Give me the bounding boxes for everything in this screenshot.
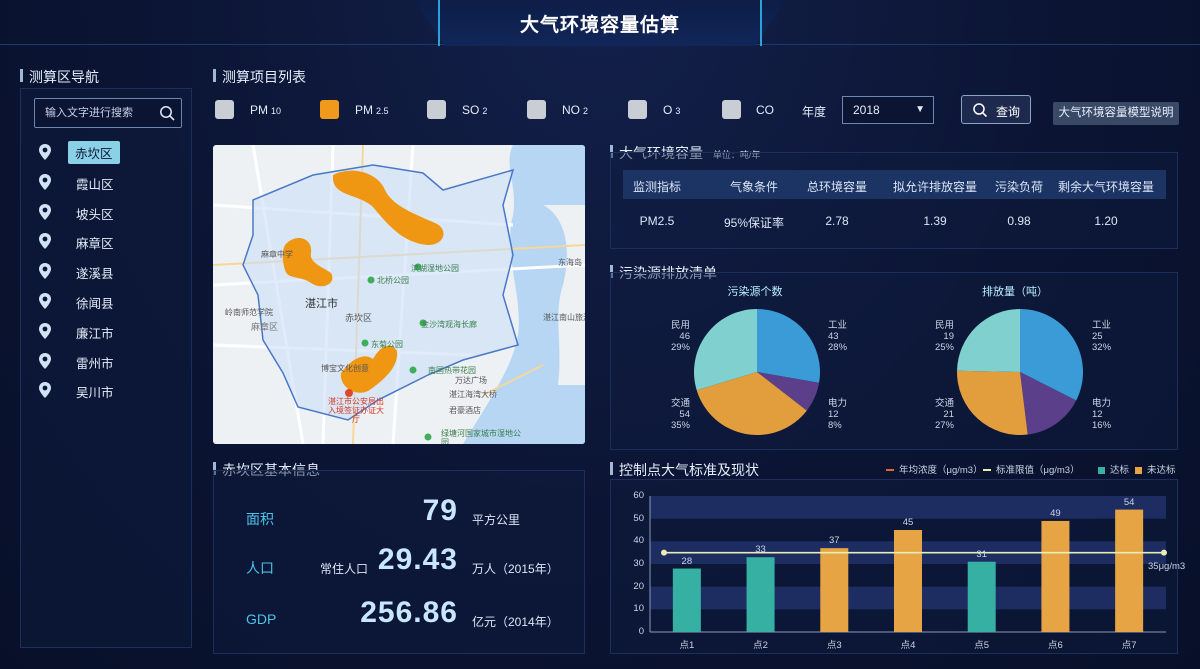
area-label: 面积 bbox=[246, 511, 274, 527]
x-tick-label: 点7 bbox=[1121, 640, 1137, 651]
y-tick-label: 40 bbox=[633, 535, 644, 547]
bar[interactable] bbox=[672, 568, 701, 632]
area-value: 79 bbox=[422, 494, 458, 527]
pie-label-value: 43 bbox=[828, 331, 839, 342]
legend-swatch bbox=[1098, 466, 1105, 474]
x-tick-label: 点4 bbox=[900, 640, 916, 651]
pie-label-name: 工业 bbox=[1092, 320, 1112, 331]
population-unit: 万人（2015年） bbox=[472, 562, 559, 576]
control-bar-chart bbox=[649, 496, 1167, 633]
population-value: 29.43 bbox=[377, 543, 458, 576]
legend-item[interactable]: 未达标 bbox=[1135, 462, 1176, 476]
pie-label-value: 12 bbox=[1092, 409, 1103, 420]
pie-label-value: 46 bbox=[679, 331, 690, 342]
pie-label-name: 交通 bbox=[670, 398, 690, 409]
pie-slice-label: 民用 46 29% bbox=[660, 320, 690, 353]
legend-label: 标准限值（μg/m3） bbox=[996, 465, 1080, 476]
bar[interactable] bbox=[967, 561, 996, 632]
bar-value-label: 33 bbox=[755, 544, 766, 556]
legend-label: 达标 bbox=[1110, 465, 1130, 476]
legend-label: 年均浓度（μg/m3） bbox=[899, 465, 983, 476]
pie-label-name: 交通 bbox=[934, 398, 954, 409]
bar[interactable] bbox=[1115, 509, 1144, 632]
standard-line-end bbox=[1161, 549, 1167, 556]
pie-slice-label: 工业 25 32% bbox=[1092, 320, 1122, 353]
legend-item[interactable]: 年均浓度（μg/m3） bbox=[886, 462, 983, 476]
pie-slice-label: 民用 19 25% bbox=[924, 320, 954, 353]
legend-item[interactable]: 达标 bbox=[1098, 462, 1129, 476]
standard-line-label: 35μg/m3 bbox=[1148, 560, 1186, 572]
pie-label-value: 25 bbox=[1092, 331, 1103, 342]
x-tick-label: 点3 bbox=[826, 640, 842, 651]
pie-slice-label: 交通 21 27% bbox=[924, 398, 954, 431]
pie-label-pct: 28% bbox=[828, 342, 848, 353]
bar-value-label: 54 bbox=[1123, 496, 1135, 508]
x-tick-label: 点5 bbox=[974, 640, 990, 651]
pie-label-name: 电力 bbox=[828, 398, 848, 409]
bar-value-label: 45 bbox=[902, 517, 914, 528]
pie-label-name: 民用 bbox=[670, 320, 690, 331]
pie-label-pct: 32% bbox=[1092, 342, 1112, 353]
gdp-label: GDP bbox=[246, 611, 277, 627]
bar[interactable] bbox=[820, 548, 849, 632]
y-tick-label: 60 bbox=[633, 490, 644, 501]
legend-item[interactable]: 标准限值（μg/m3） bbox=[983, 462, 1080, 476]
pie-slice[interactable] bbox=[957, 370, 1028, 435]
pie-label-pct: 8% bbox=[828, 420, 842, 431]
pie-slice-label: 电力 12 16% bbox=[1092, 398, 1122, 431]
standard-line-start bbox=[661, 549, 667, 556]
legend-swatch bbox=[983, 469, 991, 472]
x-tick-label: 点1 bbox=[679, 640, 695, 651]
pie-slice[interactable] bbox=[757, 309, 820, 383]
bar-value-label: 31 bbox=[976, 548, 987, 560]
pie-label-pct: 25% bbox=[934, 342, 954, 353]
bar[interactable] bbox=[1041, 520, 1070, 632]
pie-label-value: 21 bbox=[943, 409, 954, 420]
pie-label-name: 民用 bbox=[934, 320, 954, 331]
x-tick-label: 点2 bbox=[753, 640, 768, 651]
pie-label-pct: 29% bbox=[670, 342, 690, 353]
y-tick-label: 0 bbox=[638, 626, 644, 637]
bar[interactable] bbox=[746, 557, 775, 632]
x-tick-label: 点6 bbox=[1048, 640, 1063, 651]
pie-label-value: 54 bbox=[679, 409, 690, 420]
area-unit: 平方公里 bbox=[472, 513, 521, 527]
pie-label-pct: 35% bbox=[670, 420, 690, 431]
legend-swatch bbox=[1135, 466, 1142, 474]
gdp-value: 256.86 bbox=[360, 596, 458, 629]
pie-label-name: 电力 bbox=[1092, 398, 1112, 409]
pie-label-value: 12 bbox=[828, 409, 839, 420]
pie-slice-label: 交通 54 35% bbox=[660, 398, 690, 431]
y-tick-label: 10 bbox=[633, 603, 644, 615]
y-tick-label: 50 bbox=[633, 512, 644, 524]
pie-slice-label: 工业 43 28% bbox=[828, 320, 858, 353]
control-title: 控制点大气标准及现状 bbox=[610, 460, 759, 480]
pie-label-value: 19 bbox=[943, 331, 954, 342]
grid-band bbox=[650, 496, 1166, 519]
pie-label-pct: 27% bbox=[934, 420, 954, 431]
bar[interactable] bbox=[894, 530, 922, 632]
pie-slice[interactable] bbox=[957, 309, 1020, 372]
pie-label-name: 工业 bbox=[828, 320, 848, 331]
bar-value-label: 28 bbox=[681, 555, 693, 567]
pie-label-pct: 16% bbox=[1092, 420, 1112, 431]
y-tick-label: 30 bbox=[633, 558, 644, 569]
pie-slice-label: 电力 12 8% bbox=[828, 398, 858, 431]
gdp-unit: 亿元（2014年） bbox=[472, 615, 559, 629]
bar-value-label: 49 bbox=[1050, 507, 1061, 519]
bar-value-label: 37 bbox=[828, 535, 840, 547]
legend-label: 未达标 bbox=[1147, 465, 1176, 476]
y-tick-label: 20 bbox=[633, 580, 644, 592]
legend-swatch bbox=[886, 469, 894, 472]
population-label: 人口 bbox=[246, 560, 274, 576]
